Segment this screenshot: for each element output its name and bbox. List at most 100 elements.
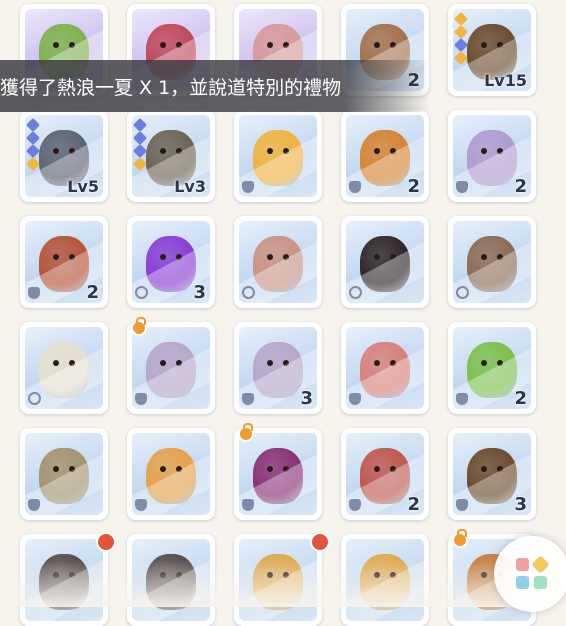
alert-icon	[96, 532, 116, 552]
card-spiky-hair-b[interactable]	[341, 534, 429, 626]
menu-cell-icon	[531, 555, 550, 574]
gem-icon	[453, 11, 469, 27]
card-background	[25, 539, 103, 621]
card-caged-figure[interactable]: Lv3	[127, 110, 215, 202]
card-tree-ent[interactable]: 2	[20, 216, 108, 308]
card-dodo-bird[interactable]	[127, 428, 215, 520]
viking-skull-b-icon	[146, 553, 196, 610]
eye-icon	[497, 147, 503, 154]
gem-icon	[25, 117, 41, 133]
eye-icon	[374, 253, 380, 260]
card-level: Lv3	[174, 177, 206, 196]
eye-icon	[481, 571, 487, 578]
shield-icon	[349, 499, 361, 511]
shirt-icon	[456, 393, 468, 405]
eye-icon	[481, 465, 487, 472]
eye-icon	[283, 253, 289, 260]
rarity-gems	[25, 117, 41, 172]
marionette-b-icon	[253, 341, 303, 398]
viking-skull-a-icon	[39, 553, 89, 610]
eye-icon	[176, 253, 182, 260]
fox-girl-icon	[253, 129, 303, 186]
card-rock-golem[interactable]	[234, 216, 322, 308]
eye-icon	[69, 571, 75, 578]
rarity-gems	[132, 117, 148, 172]
eye-icon	[390, 41, 396, 48]
eye-icon	[160, 465, 166, 472]
card-spiky-hair-a[interactable]	[234, 534, 322, 626]
eye-icon	[390, 253, 396, 260]
eye-icon	[374, 571, 380, 578]
card-mummy-warrior[interactable]: 2	[341, 428, 429, 520]
cat-icon	[349, 181, 361, 193]
eye-icon	[481, 41, 487, 48]
menu-cell-icon	[534, 576, 547, 589]
rarity-gems	[453, 11, 469, 66]
card-level: Lv15	[484, 71, 527, 90]
shield-icon	[242, 499, 254, 511]
marionette-a-icon	[146, 341, 196, 398]
card-viking-skull-a[interactable]	[20, 534, 108, 626]
eye-icon	[53, 253, 59, 260]
tree-ent-icon	[39, 235, 89, 292]
gem-icon	[25, 130, 41, 146]
purple-mouse-icon	[467, 129, 517, 186]
menu-button[interactable]	[494, 536, 566, 612]
eye-icon	[267, 359, 273, 366]
eye-icon	[69, 41, 75, 48]
card-count: 3	[193, 282, 206, 303]
card-brown-spider-2[interactable]: 3	[448, 428, 536, 520]
card-count: 2	[407, 494, 420, 515]
eye-icon	[160, 41, 166, 48]
eye-icon	[283, 465, 289, 472]
menu-cell-icon	[516, 576, 529, 589]
eye-icon	[160, 253, 166, 260]
card-green-fly[interactable]: 2	[448, 322, 536, 414]
tiger-man-icon	[360, 129, 410, 186]
shield-icon	[456, 499, 468, 511]
card-raccoon[interactable]	[448, 216, 536, 308]
card-viking-skull-b[interactable]	[127, 534, 215, 626]
card-tiger-man[interactable]: 2	[341, 110, 429, 202]
eye-icon	[53, 41, 59, 48]
eye-icon	[267, 253, 273, 260]
horned-helmet-icon	[39, 447, 89, 504]
card-brown-spider[interactable]: Lv15	[448, 4, 536, 96]
rock-golem-icon	[253, 235, 303, 292]
raccoon-icon	[467, 235, 517, 292]
green-fly-icon	[467, 341, 517, 398]
card-background	[239, 539, 317, 621]
card-count: 3	[514, 494, 527, 515]
eye-icon	[497, 253, 503, 260]
card-fox-girl[interactable]	[234, 110, 322, 202]
mummy-warrior-icon	[360, 447, 410, 504]
gem-icon	[132, 130, 148, 146]
skeleton-icon	[39, 341, 89, 398]
card-horned-helmet[interactable]	[20, 428, 108, 520]
card-dancer-girl[interactable]	[341, 322, 429, 414]
card-count: 2	[86, 282, 99, 303]
card-purple-flame[interactable]: 3	[127, 216, 215, 308]
card-skeleton[interactable]	[20, 322, 108, 414]
eye-icon	[267, 465, 273, 472]
spiky-hair-a-icon	[253, 553, 303, 610]
dancer-girl-icon	[360, 341, 410, 398]
shield-icon	[456, 181, 468, 193]
circle-icon	[349, 286, 362, 299]
eye-icon	[69, 465, 75, 472]
card-background	[346, 539, 424, 621]
eye-icon	[481, 253, 487, 260]
eye-icon	[374, 147, 380, 154]
circle-icon	[242, 286, 255, 299]
eye-icon	[69, 253, 75, 260]
shirt-icon	[28, 499, 40, 511]
card-black-spider[interactable]	[341, 216, 429, 308]
eye-icon	[283, 41, 289, 48]
card-purple-mouse[interactable]: 2	[448, 110, 536, 202]
card-grey-bear[interactable]: Lv5	[20, 110, 108, 202]
card-count: 2	[514, 176, 527, 197]
eye-icon	[160, 359, 166, 366]
card-background	[132, 539, 210, 621]
card-marionette-b[interactable]: 3	[234, 322, 322, 414]
tentacle-pot-icon	[253, 447, 303, 504]
